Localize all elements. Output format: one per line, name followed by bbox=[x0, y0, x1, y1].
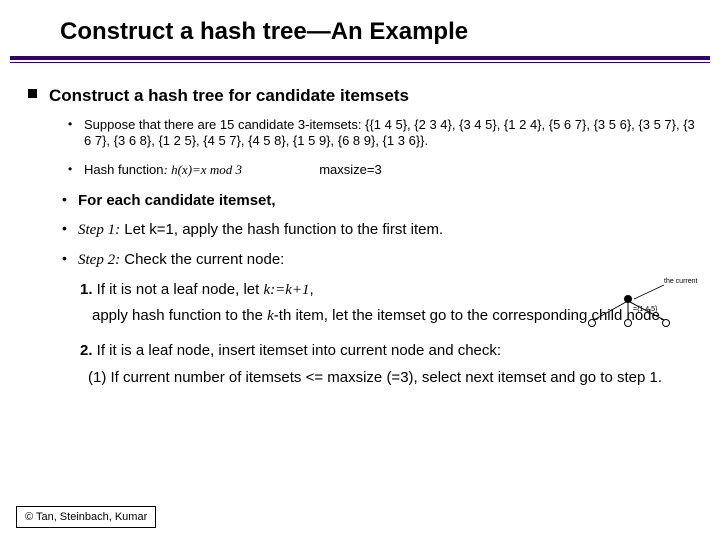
suppose-text: Suppose that there are 15 candidate 3-it… bbox=[84, 117, 700, 150]
dot-bullet: • bbox=[68, 117, 84, 132]
bullet-main-text: Construct a hash tree for candidate item… bbox=[49, 85, 409, 107]
tree-diagram: the current node ={1 4 5} bbox=[578, 275, 698, 331]
hashfn-label: Hash function bbox=[84, 162, 164, 177]
substep1-b: , bbox=[310, 281, 314, 298]
step1-text: Step 1: Let k=1, apply the hash function… bbox=[78, 220, 700, 240]
tree-svg: the current node ={1 4 5} bbox=[578, 275, 698, 331]
substep1-a: If it is not a leaf node, let bbox=[93, 281, 264, 298]
substep-3: (1) If current number of itemsets <= max… bbox=[28, 368, 700, 387]
step1-label: Step 1: bbox=[78, 222, 120, 238]
substep3-text: (1) If current number of itemsets <= max… bbox=[50, 369, 662, 386]
step2-label: Step 2: bbox=[78, 252, 120, 268]
bullet-step1: • Step 1: Let k=1, apply the hash functi… bbox=[28, 220, 700, 240]
substep1-num: 1. bbox=[80, 281, 93, 298]
substep1-cont-a: apply hash function to the bbox=[50, 307, 267, 324]
step2-rest: Check the current node: bbox=[120, 251, 284, 268]
hashfn-formula: h(x)=x mod 3 bbox=[171, 162, 242, 177]
step2-text: Step 2: Check the current node: bbox=[78, 250, 700, 270]
bullet-step2: • Step 2: Check the current node: bbox=[28, 250, 700, 270]
substep2-num: 2. bbox=[80, 342, 93, 359]
substep1-expr: k:=k+1 bbox=[263, 282, 309, 298]
substep1-k: k bbox=[267, 308, 274, 324]
colon: : bbox=[164, 162, 172, 177]
bullet-suppose: • Suppose that there are 15 candidate 3-… bbox=[28, 117, 700, 150]
diagram-label-bottom: ={1 4 5} bbox=[633, 306, 658, 313]
hashfn-text: Hash function: h(x)=x mod 3 maxsize=3 bbox=[84, 162, 700, 179]
substep-2: 2. If it is a leaf node, insert itemset … bbox=[28, 341, 700, 360]
dot-bullet: • bbox=[62, 191, 78, 209]
bullet-foreach: • For each candidate itemset, bbox=[28, 191, 700, 210]
bullet-level1: Construct a hash tree for candidate item… bbox=[28, 85, 700, 107]
dot-bullet: • bbox=[62, 250, 78, 268]
maxsize-text: maxsize=3 bbox=[319, 162, 382, 177]
step1-rest: Let k=1, apply the hash function to the … bbox=[120, 221, 443, 238]
dot-bullet: • bbox=[62, 220, 78, 238]
slide-title: Construct a hash tree—An Example bbox=[0, 0, 720, 56]
slide-body: Construct a hash tree for candidate item… bbox=[0, 63, 720, 397]
bullet-hashfn: • Hash function: h(x)=x mod 3 maxsize=3 bbox=[28, 162, 700, 179]
dot-bullet: • bbox=[68, 162, 84, 177]
diagram-label-top: the current node bbox=[664, 278, 698, 285]
substep2-rest: If it is a leaf node, insert itemset int… bbox=[93, 342, 502, 359]
bullet-dot-icon bbox=[28, 89, 37, 98]
footer-credit: © Tan, Steinbach, Kumar bbox=[16, 506, 156, 528]
foreach-text: For each candidate itemset, bbox=[78, 191, 700, 210]
divider-thick bbox=[10, 56, 710, 60]
